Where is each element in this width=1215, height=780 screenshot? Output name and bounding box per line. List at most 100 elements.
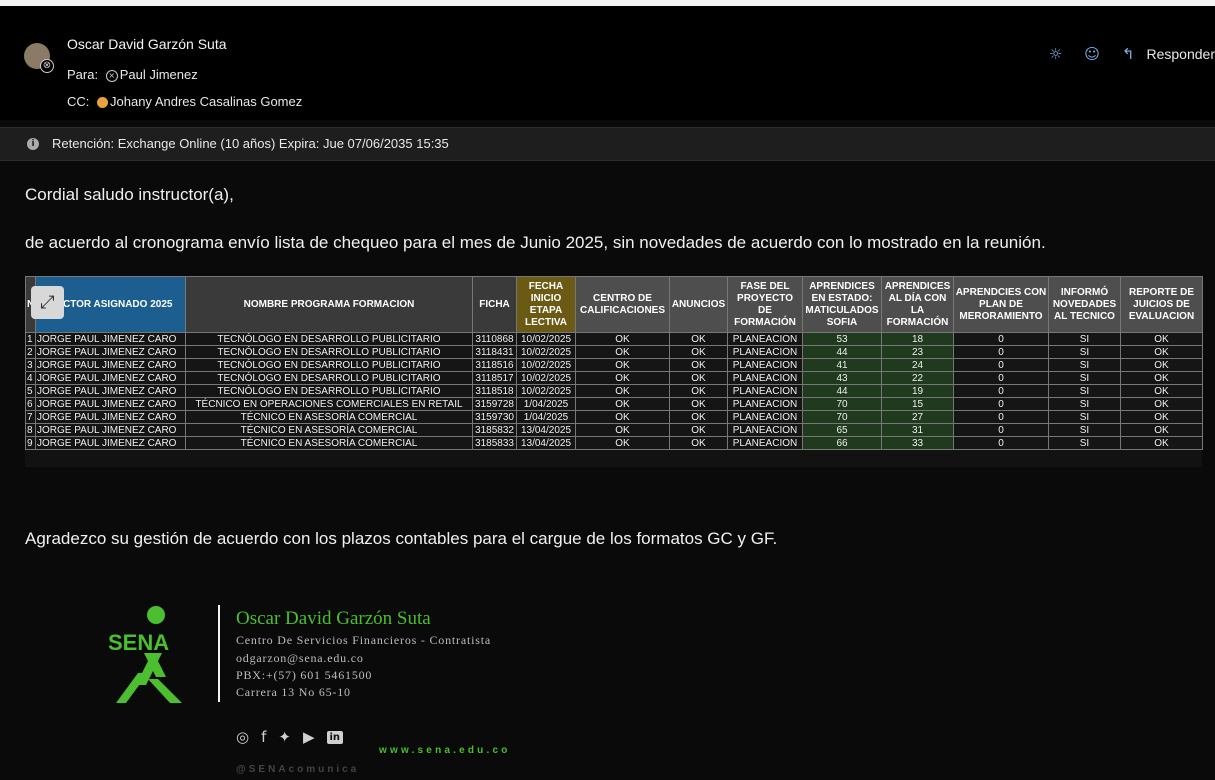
cell-aldia: 22 — [881, 371, 954, 385]
reply-button[interactable]: Responder — [1147, 46, 1215, 62]
smiley-icon[interactable]: ☺ — [1084, 45, 1100, 63]
cell-plan: 0 — [953, 436, 1049, 450]
cell-instructor: JORGE PAUL JIMENEZ CARO — [35, 371, 186, 385]
cell-plan: 0 — [953, 345, 1049, 359]
cell-centro: OK — [575, 332, 670, 346]
table-row: 4 JORGE PAUL JIMENEZ CARO TECNÓLOGO EN DES… — [25, 371, 1203, 385]
cc-label: CC: — [67, 94, 90, 109]
sender-name[interactable]: Oscar David Garzón Suta — [67, 36, 227, 52]
cell-n: 2 — [25, 345, 36, 359]
website-link[interactable]: www.sena.edu.co — [379, 745, 511, 756]
cell-ficha: 3185832 — [472, 423, 517, 437]
sender-avatar[interactable]: ⊗ — [24, 43, 54, 73]
col-header-anuncios: ANUNCIOS — [669, 276, 728, 333]
cell-plan: 0 — [953, 423, 1049, 437]
cell-instructor: JORGE PAUL JIMENEZ CARO — [35, 436, 186, 450]
col-header-ficha: FICHA — [472, 276, 517, 333]
expand-image-button[interactable]: ⤢ — [31, 286, 64, 319]
cell-fase: PLANEACION — [727, 358, 803, 372]
cell-program: TECNÓLOGO EN DESARROLLO PUBLICITARIO — [185, 371, 473, 385]
cell-n: 3 — [25, 358, 36, 372]
cell-informo: SI — [1048, 384, 1121, 398]
signature-email[interactable]: odgarzon@sena.edu.co — [236, 651, 364, 666]
retention-bar: i Retención: Exchange Online (10 años) E… — [0, 127, 1215, 161]
signature-phone: PBX:+(57) 601 5461500 — [236, 668, 373, 682]
cell-program: TÉCNICO EN ASESORÍA COMERCIAL — [185, 436, 473, 450]
cell-informo: SI — [1048, 345, 1121, 359]
cell-matriculados: 44 — [802, 345, 882, 359]
header-actions: ☼ ☺ ↰ Responder — [1049, 44, 1215, 64]
cell-program: TECNÓLOGO EN DESARROLLO PUBLICITARIO — [185, 384, 473, 398]
cell-informo: SI — [1048, 358, 1121, 372]
cell-ficha: 3118518 — [472, 384, 517, 398]
cell-fase: PLANEACION — [727, 345, 803, 359]
reply-arrow-icon[interactable]: ↰ — [1122, 45, 1135, 63]
cell-plan: 0 — [953, 397, 1049, 411]
cell-n: 1 — [25, 332, 36, 346]
cell-aldia: 23 — [881, 345, 954, 359]
cell-instructor: JORGE PAUL JIMENEZ CARO — [35, 384, 186, 398]
message-header: ⊗ Oscar David Garzón Suta Para: × Paul Ji… — [0, 6, 1215, 120]
col-header-fase: FASE DEL PROYECTO DE FORMACIÓN — [727, 276, 803, 333]
cell-fecha: 10/02/2025 — [516, 332, 576, 346]
cell-ficha: 3118517 — [472, 371, 517, 385]
cell-centro: OK — [575, 371, 670, 385]
facebook-icon[interactable]: f — [261, 728, 266, 746]
cell-instructor: JORGE PAUL JIMENEZ CARO — [35, 345, 186, 359]
cell-n: 6 — [25, 397, 36, 411]
cell-centro: OK — [575, 345, 670, 359]
table-row: 2 JORGE PAUL JIMENEZ CARO TECNÓLOGO EN DES… — [25, 345, 1203, 359]
cell-aldia: 31 — [881, 423, 954, 437]
cell-n: 4 — [25, 371, 36, 385]
cell-reporte: OK — [1120, 384, 1203, 398]
cell-anuncios: OK — [669, 436, 728, 450]
instagram-icon[interactable]: ◎ — [236, 728, 249, 746]
twitter-icon[interactable]: ✦ — [278, 728, 291, 746]
sun-icon[interactable]: ☼ — [1049, 45, 1062, 63]
checklist-table-image[interactable]: N RUCTOR ASIGNADO 2025 NOMBRE PROGRAMA F… — [25, 276, 1203, 467]
cell-informo: SI — [1048, 410, 1121, 424]
cell-reporte: OK — [1120, 358, 1203, 372]
cell-instructor: JORGE PAUL JIMENEZ CARO — [35, 397, 186, 411]
to-line: Para: × Paul Jimenez — [67, 67, 198, 82]
cc-line: CC: Johany Andres Casalinas Gomez — [67, 94, 302, 109]
cell-anuncios: OK — [669, 345, 728, 359]
retention-text: Retención: Exchange Online (10 años) Exp… — [52, 136, 449, 151]
thanks-text: Agradezco su gestión de acuerdo con los … — [25, 529, 778, 548]
cell-matriculados: 44 — [802, 384, 882, 398]
cell-aldia: 19 — [881, 384, 954, 398]
cell-matriculados: 53 — [802, 332, 882, 346]
cell-program: TÉCNICO EN OPERACIONES COMERCIALES EN RE… — [185, 397, 473, 411]
cell-reporte: OK — [1120, 332, 1203, 346]
table-row: 8 JORGE PAUL JIMENEZ CARO TÉCNICO EN ASESO… — [25, 423, 1203, 437]
cell-informo: SI — [1048, 397, 1121, 411]
cell-centro: OK — [575, 410, 670, 424]
col-header-fecha: FECHA INICIO ETAPA LECTIVA — [516, 276, 576, 333]
intro-text: de acuerdo al cronograma envío lista de … — [25, 233, 1046, 252]
cell-aldia: 27 — [881, 410, 954, 424]
cell-fase: PLANEACION — [727, 410, 803, 424]
cell-fecha: 10/02/2025 — [516, 371, 576, 385]
cell-matriculados: 70 — [802, 397, 882, 411]
youtube-icon[interactable]: ▶ — [303, 728, 315, 746]
checklist-table: N RUCTOR ASIGNADO 2025 NOMBRE PROGRAMA F… — [25, 276, 1203, 450]
cell-anuncios: OK — [669, 397, 728, 411]
cell-plan: 0 — [953, 371, 1049, 385]
cell-ficha: 3110868 — [472, 332, 517, 346]
table-row: 3 JORGE PAUL JIMENEZ CARO TECNÓLOGO EN DES… — [25, 358, 1203, 372]
cell-aldia: 24 — [881, 358, 954, 372]
cell-ficha: 3159728 — [472, 397, 517, 411]
cell-centro: OK — [575, 397, 670, 411]
to-recipient[interactable]: Paul Jimenez — [120, 67, 198, 82]
cell-plan: 0 — [953, 410, 1049, 424]
cell-matriculados: 66 — [802, 436, 882, 450]
cell-informo: SI — [1048, 423, 1121, 437]
cc-recipient[interactable]: Johany Andres Casalinas Gomez — [110, 94, 302, 109]
table-row: 5 JORGE PAUL JIMENEZ CARO TECNÓLOGO EN DES… — [25, 384, 1203, 398]
cell-aldia: 33 — [881, 436, 954, 450]
blocked-status-icon: ⊗ — [40, 59, 54, 73]
cell-reporte: OK — [1120, 345, 1203, 359]
cell-ficha: 3159730 — [472, 410, 517, 424]
cell-fase: PLANEACION — [727, 384, 803, 398]
linkedin-icon[interactable]: in — [326, 730, 344, 744]
